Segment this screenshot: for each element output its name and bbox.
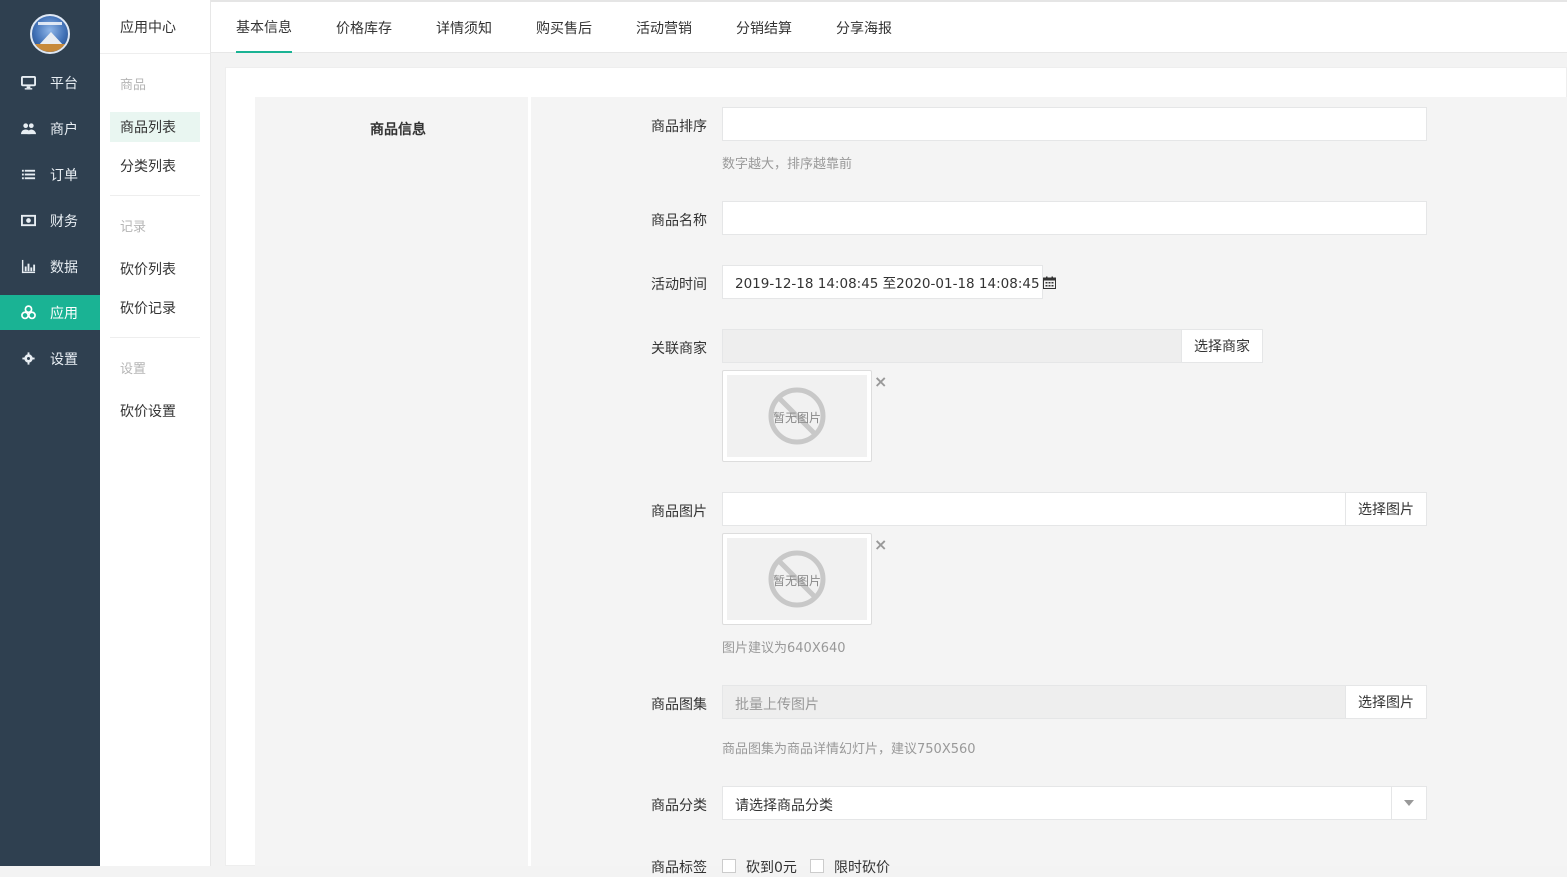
form-section-column — [255, 97, 531, 866]
subnav-group-records: 记录 — [120, 216, 146, 235]
tab-after-sale[interactable]: 购买售后 — [536, 2, 592, 53]
sort-input[interactable] — [722, 107, 1427, 141]
image-label: 商品图片 — [651, 501, 707, 521]
gallery-hint: 商品图集为商品详情幻灯片，建议750X560 — [722, 738, 976, 757]
merchant-label: 关联商家 — [651, 338, 707, 358]
tab-basic-info[interactable]: 基本信息 — [236, 2, 292, 53]
chevron-down-icon — [1391, 787, 1426, 819]
select-image-button[interactable]: 选择图片 — [1345, 492, 1427, 526]
nav-item-label: 财务 — [50, 211, 78, 231]
select-gallery-button[interactable]: 选择图片 — [1345, 685, 1427, 719]
nav-item-label: 数据 — [50, 257, 78, 277]
date-range-value: 2019-12-18 14:08:45 至2020-01-18 14:08:45 — [735, 272, 1040, 292]
nav-item-data[interactable]: 数据 — [0, 249, 100, 284]
name-input[interactable] — [722, 201, 1427, 235]
goods-image-thumb: 暂无图片 — [722, 533, 872, 625]
time-label: 活动时间 — [651, 274, 707, 294]
subnav-title: 应用中心 — [100, 0, 210, 54]
subnav-item-category-list[interactable]: 分类列表 — [110, 151, 200, 181]
tab-share-poster[interactable]: 分享海报 — [836, 2, 892, 53]
subnav-divider — [110, 195, 200, 196]
select-merchant-button[interactable]: 选择商家 — [1181, 329, 1263, 363]
nav-item-platform[interactable]: 平台 — [0, 65, 100, 100]
remove-goods-image-icon[interactable]: × — [874, 535, 887, 554]
tags-label: 商品标签 — [651, 857, 707, 877]
section-title: 商品信息 — [370, 119, 426, 139]
users-icon — [20, 121, 36, 137]
category-select[interactable]: 请选择商品分类 — [722, 786, 1427, 820]
nav-item-label: 设置 — [50, 349, 78, 369]
category-select-value: 请选择商品分类 — [735, 795, 833, 815]
image-input[interactable] — [722, 492, 1347, 526]
tab-distribution[interactable]: 分销结算 — [736, 2, 792, 53]
nav-item-label: 平台 — [50, 73, 78, 93]
tab-marketing[interactable]: 活动营销 — [636, 2, 692, 53]
merchant-input — [722, 329, 1182, 363]
subnav-item-bargain-settings[interactable]: 砍价设置 — [110, 396, 200, 426]
nav-item-merchant[interactable]: 商户 — [0, 111, 100, 146]
no-image-text: 暂无图片 — [727, 572, 867, 589]
subnav-divider — [110, 337, 200, 338]
tag-checkbox-limited[interactable] — [810, 859, 824, 873]
category-label: 商品分类 — [651, 795, 707, 815]
monitor-icon — [20, 75, 36, 91]
nav-item-apps[interactable]: 应用 — [0, 295, 100, 330]
money-icon — [20, 213, 36, 229]
gallery-input[interactable]: 批量上传图片 — [722, 685, 1347, 719]
subnav-item-bargain-records[interactable]: 砍价记录 — [110, 293, 200, 323]
nav-item-label: 商户 — [50, 119, 78, 139]
calendar-icon — [1043, 276, 1056, 289]
tag-option-label: 限时砍价 — [834, 857, 890, 877]
main-nav: 平台 商户 订单 财务 数据 应用 设置 — [0, 0, 100, 866]
tab-bar: 基本信息 价格库存 详情须知 购买售后 活动营销 分销结算 分享海报 — [211, 0, 1567, 53]
image-hint: 图片建议为640X640 — [722, 637, 846, 656]
nav-item-label: 订单 — [50, 165, 78, 185]
gallery-label: 商品图集 — [651, 694, 707, 714]
nav-item-label: 应用 — [50, 303, 78, 323]
tag-checkbox-zero[interactable] — [722, 859, 736, 873]
cubes-icon — [20, 305, 36, 321]
logo[interactable] — [30, 14, 70, 54]
subnav-group-goods: 商品 — [120, 74, 146, 93]
bar-chart-icon — [20, 259, 36, 275]
gear-icon — [20, 351, 36, 367]
subnav-item-bargain-list[interactable]: 砍价列表 — [110, 254, 200, 284]
subnav-item-goods-list[interactable]: 商品列表 — [110, 112, 200, 142]
nav-item-finance[interactable]: 财务 — [0, 203, 100, 238]
sort-label: 商品排序 — [651, 116, 707, 136]
date-range-input[interactable]: 2019-12-18 14:08:45 至2020-01-18 14:08:45 — [722, 265, 1043, 299]
merchant-image-thumb: 暂无图片 — [722, 370, 872, 462]
nav-item-orders[interactable]: 订单 — [0, 157, 100, 192]
sort-hint: 数字越大，排序越靠前 — [722, 153, 852, 172]
tag-option-label: 砍到0元 — [746, 857, 797, 877]
no-image-text: 暂无图片 — [727, 409, 867, 426]
list-icon — [20, 167, 36, 183]
tab-details[interactable]: 详情须知 — [436, 2, 492, 53]
subnav-group-settings: 设置 — [120, 358, 146, 377]
gallery-placeholder: 批量上传图片 — [735, 694, 819, 714]
name-label: 商品名称 — [651, 210, 707, 230]
nav-item-settings[interactable]: 设置 — [0, 341, 100, 376]
tab-price-stock[interactable]: 价格库存 — [336, 2, 392, 53]
remove-merchant-image-icon[interactable]: × — [874, 372, 887, 391]
sub-nav: 应用中心 商品 商品列表 分类列表 记录 砍价列表 砍价记录 设置 砍价设置 — [100, 0, 211, 866]
